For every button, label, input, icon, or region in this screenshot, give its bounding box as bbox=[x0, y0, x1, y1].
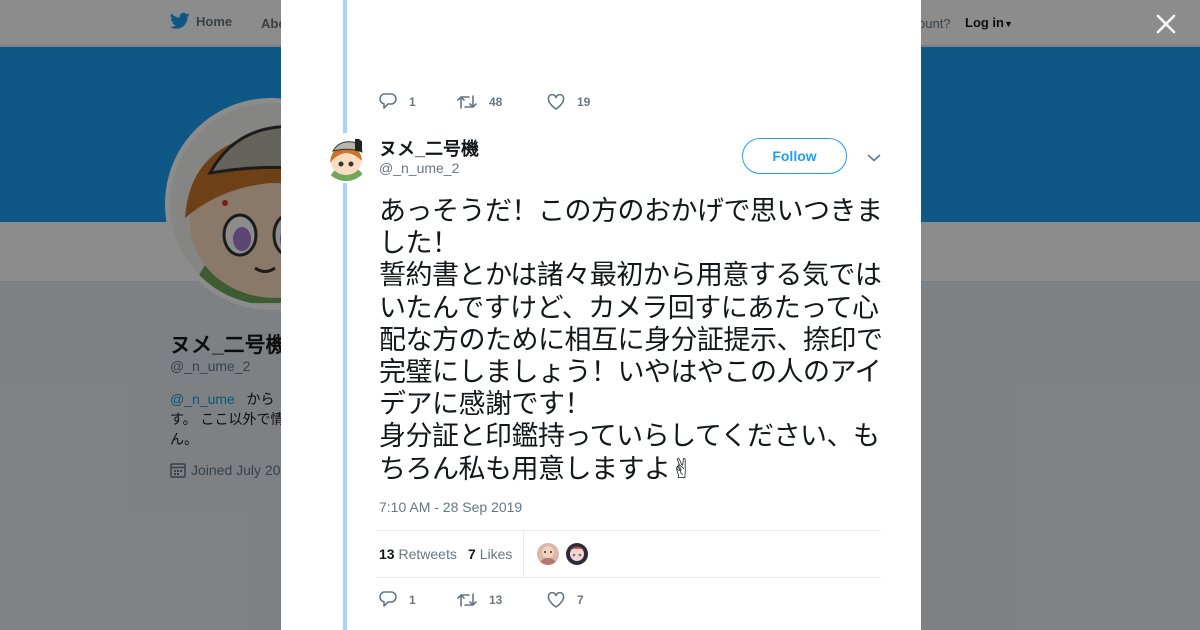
heart-icon bbox=[547, 591, 565, 608]
liker-avatar[interactable] bbox=[536, 542, 560, 566]
close-icon[interactable] bbox=[1152, 10, 1180, 38]
stats-divider bbox=[523, 531, 524, 578]
prev-retweet-count: 48 bbox=[489, 94, 503, 109]
tweet-text: あっそうだ！この方のおかげで思いつきました！ 誓約書とかは諸々最初から用意する気… bbox=[379, 196, 883, 485]
prev-like-button[interactable]: 19 bbox=[547, 93, 591, 110]
heart-icon bbox=[547, 93, 565, 110]
reply-icon bbox=[379, 591, 397, 607]
reply-icon bbox=[379, 93, 397, 109]
prev-reply-button[interactable]: 1 bbox=[379, 93, 457, 110]
thread-connector bbox=[343, 0, 347, 630]
tweet-actions: 1 13 7 bbox=[379, 591, 584, 608]
retweets-stat-label: Retweets bbox=[398, 546, 457, 562]
retweet-icon bbox=[457, 94, 477, 109]
tweet-stats: 13 Retweets 7 Likes bbox=[377, 530, 881, 578]
liker-avatar[interactable] bbox=[565, 542, 589, 566]
liker-avatar-art bbox=[537, 543, 559, 565]
like-button[interactable]: 7 bbox=[547, 591, 584, 608]
prev-retweet-button[interactable]: 48 bbox=[457, 94, 547, 110]
tweet-author-handle[interactable]: @_n_ume_2 bbox=[379, 160, 459, 176]
retweets-stat[interactable]: 13 Retweets bbox=[379, 546, 457, 562]
liker-avatar-art bbox=[566, 543, 588, 565]
likes-stat-label: Likes bbox=[479, 546, 513, 562]
retweet-icon bbox=[457, 592, 477, 607]
likes-stat[interactable]: 7 Likes bbox=[468, 546, 512, 562]
tweet-avatar[interactable] bbox=[321, 133, 371, 183]
reply-button[interactable]: 1 bbox=[379, 591, 457, 608]
prev-reply-count: 1 bbox=[409, 94, 416, 109]
prev-like-count: 19 bbox=[577, 94, 591, 109]
reply-count: 1 bbox=[409, 592, 416, 607]
retweet-count: 13 bbox=[489, 592, 503, 607]
retweets-stat-count: 13 bbox=[379, 546, 395, 562]
tweet-avatar-art bbox=[323, 135, 369, 181]
tweet-timestamp[interactable]: 7:10 AM - 28 Sep 2019 bbox=[379, 499, 522, 515]
retweet-button[interactable]: 13 bbox=[457, 592, 547, 608]
tweet-modal: 1 48 19 ヌメ_二号機 @_n_ume_2 Follow あっそうだ！この… bbox=[281, 0, 921, 630]
chevron-down-icon[interactable] bbox=[864, 148, 884, 168]
prev-tweet-actions: 1 48 19 bbox=[379, 93, 590, 110]
like-count: 7 bbox=[577, 592, 584, 607]
likes-stat-count: 7 bbox=[468, 546, 476, 562]
follow-button[interactable]: Follow bbox=[742, 138, 847, 174]
tweet-author-name[interactable]: ヌメ_二号機 bbox=[379, 135, 479, 161]
